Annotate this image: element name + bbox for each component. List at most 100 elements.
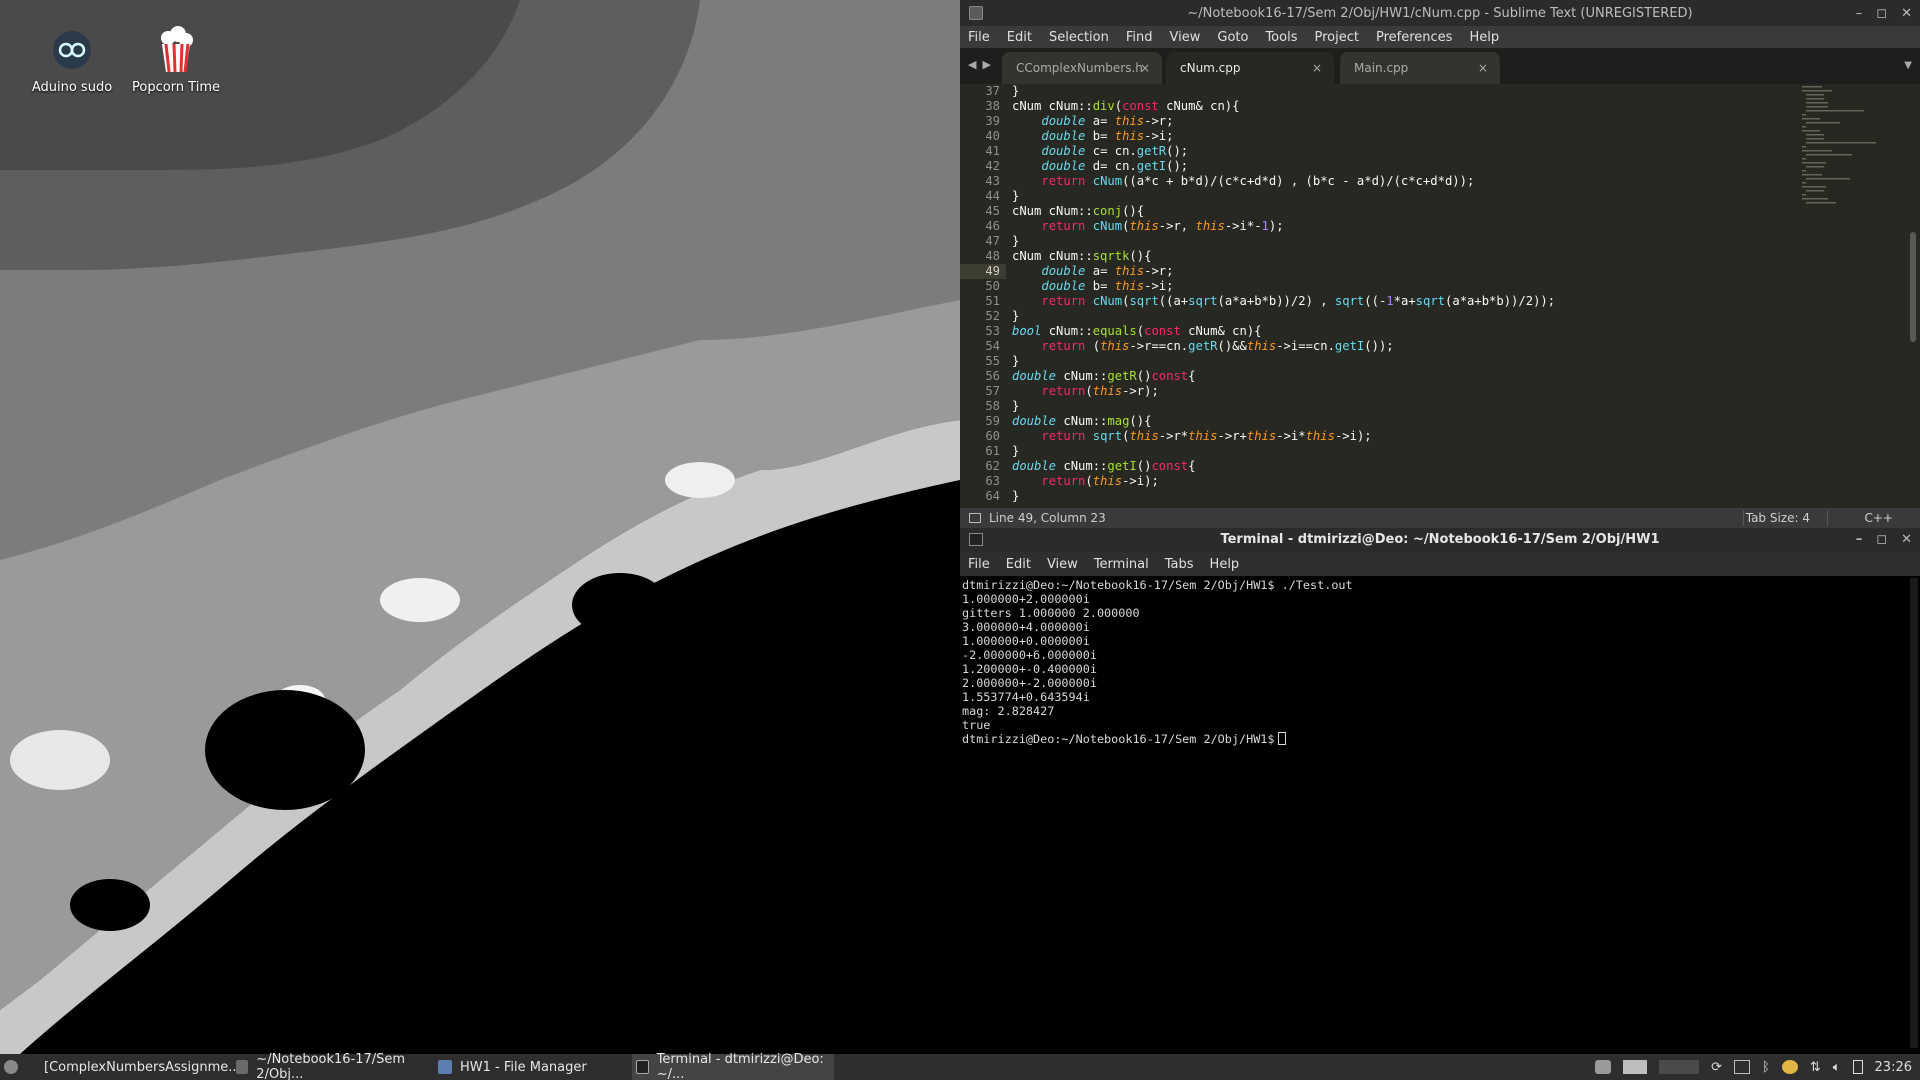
code-line[interactable]: return(this->r);	[1012, 384, 1920, 399]
maximize-icon[interactable]: ◻	[1876, 528, 1887, 552]
tab-close-icon[interactable]: ×	[1312, 61, 1322, 75]
menu-help[interactable]: Help	[1469, 30, 1499, 45]
menu-launcher-icon[interactable]	[4, 1054, 26, 1080]
close-icon[interactable]: ✕	[1901, 528, 1912, 552]
menu-tabs[interactable]: Tabs	[1165, 557, 1194, 572]
tab-size-selector[interactable]: Tab Size: 4	[1746, 511, 1810, 525]
task-terminal[interactable]: Terminal - dtmirizzi@Deo: ~/...	[632, 1052, 834, 1080]
code-line[interactable]: double cNum::getR()const{	[1012, 369, 1920, 384]
sync-icon[interactable]: ⟳	[1711, 1060, 1722, 1075]
minimize-icon[interactable]: –	[1856, 6, 1863, 21]
menu-help[interactable]: Help	[1210, 557, 1240, 572]
menu-tools[interactable]: Tools	[1265, 30, 1297, 45]
code-line[interactable]: return cNum((a*c + b*d)/(c*c+d*d) , (b*c…	[1012, 174, 1920, 189]
code-line[interactable]: bool cNum::equals(const cNum& cn){	[1012, 324, 1920, 339]
tab-ccomplexnumbers-h[interactable]: CComplexNumbers.h ×	[1002, 52, 1162, 84]
sublime-titlebar[interactable]: ~/Notebook16-17/Sem 2/Obj/HW1/cNum.cpp -…	[960, 0, 1920, 26]
code-line[interactable]: }	[1012, 489, 1920, 504]
code-line[interactable]: }	[1012, 234, 1920, 249]
workspace-1-icon[interactable]	[1623, 1060, 1648, 1074]
code-line[interactable]: double cNum::mag(){	[1012, 414, 1920, 429]
code-line[interactable]: return(this->i);	[1012, 474, 1920, 489]
code-text[interactable]: } cNum cNum::div(const cNum& cn){ double …	[1012, 84, 1920, 508]
line-number: 51	[985, 294, 1000, 308]
volume-icon[interactable]: 🔈︎	[1833, 1060, 1841, 1075]
code-line[interactable]: cNum cNum::div(const cNum& cn){	[1012, 99, 1920, 114]
code-line[interactable]: }	[1012, 84, 1920, 99]
line-number: 52	[985, 309, 1000, 323]
tab-nav-arrows-icon[interactable]: ◀▶	[968, 58, 997, 71]
menu-view[interactable]: View	[1170, 30, 1201, 45]
panel-toggle-icon[interactable]	[969, 513, 981, 523]
code-line[interactable]: }	[1012, 444, 1920, 459]
menu-edit[interactable]: Edit	[1006, 557, 1031, 572]
code-line[interactable]: }	[1012, 309, 1920, 324]
sublime-menubar: File Edit Selection Find View Goto Tools…	[960, 26, 1920, 48]
minimap[interactable]	[1800, 84, 1890, 508]
workspace-2-icon[interactable]	[1659, 1060, 1700, 1074]
code-line[interactable]: double b= this->i;	[1012, 279, 1920, 294]
menu-view[interactable]: View	[1047, 557, 1078, 572]
task-chrome[interactable]: [ComplexNumbersAssignme...	[36, 1054, 241, 1080]
code-editor[interactable]: 37 38 39 40 41 42 43 44 45 46 47 48 49 50 51 52 53 54 55 56…	[960, 84, 1920, 508]
network-icon[interactable]: ⇅	[1810, 1060, 1821, 1075]
code-line[interactable]: double d= cn.getI();	[1012, 159, 1920, 174]
task-file-manager[interactable]: HW1 - File Manager	[438, 1054, 628, 1080]
minimize-icon[interactable]: –	[1856, 528, 1863, 552]
code-line[interactable]: double c= cn.getR();	[1012, 144, 1920, 159]
grid-icon[interactable]	[1734, 1060, 1750, 1074]
task-sublime[interactable]: ~/Notebook16-17/Sem 2/Obj...	[236, 1052, 432, 1080]
tab-close-icon[interactable]: ×	[1140, 61, 1150, 75]
line-number: 63	[985, 474, 1000, 488]
terminal-titlebar[interactable]: Terminal - dtmirizzi@Deo: ~/Notebook16-1…	[960, 528, 1920, 552]
code-line[interactable]: return (this->r==cn.getR()&&this->i==cn.…	[1012, 339, 1920, 354]
code-line[interactable]: double a= this->r;	[1012, 114, 1920, 129]
battery-icon[interactable]	[1852, 1060, 1863, 1074]
chrome-tray-icon[interactable]	[1781, 1060, 1798, 1074]
terminal-output-line: gitters 1.000000 2.000000	[962, 606, 1140, 620]
menu-project[interactable]: Project	[1314, 30, 1358, 45]
code-line[interactable]: cNum cNum::sqrtk(){	[1012, 249, 1920, 264]
code-line[interactable]: double b= this->i;	[1012, 129, 1920, 144]
code-line[interactable]: double a= this->r;	[1012, 264, 1920, 279]
close-icon[interactable]: ✕	[1901, 6, 1912, 21]
line-number: 64	[985, 489, 1000, 503]
menu-goto[interactable]: Goto	[1217, 30, 1248, 45]
menu-file[interactable]: File	[968, 30, 990, 45]
code-line[interactable]: cNum cNum::conj(){	[1012, 204, 1920, 219]
menu-selection[interactable]: Selection	[1049, 30, 1109, 45]
terminal-output-line: 1.000000+0.000000i	[962, 634, 1090, 648]
menu-terminal[interactable]: Terminal	[1094, 557, 1149, 572]
code-line[interactable]: return cNum(sqrt((a+sqrt(a*a+b*b))/2) , …	[1012, 294, 1920, 309]
line-number: 46	[985, 219, 1000, 233]
terminal-output-line: 1.000000+2.000000i	[962, 592, 1090, 606]
tab-main-cpp[interactable]: Main.cpp ×	[1340, 52, 1500, 84]
whisker-menu-icon	[4, 1060, 18, 1074]
code-line[interactable]: return sqrt(this->r*this->r+this->i*this…	[1012, 429, 1920, 444]
maximize-icon[interactable]: ◻	[1876, 6, 1887, 21]
line-number: 56	[985, 369, 1000, 383]
tab-close-icon[interactable]: ×	[1478, 61, 1488, 75]
syntax-selector[interactable]: C++	[1865, 511, 1894, 525]
clock[interactable]: 23:26	[1875, 1060, 1912, 1075]
phone-icon[interactable]	[1595, 1060, 1612, 1074]
menu-file[interactable]: File	[968, 557, 990, 572]
menu-preferences[interactable]: Preferences	[1376, 30, 1452, 45]
code-line[interactable]: double cNum::getI()const{	[1012, 459, 1920, 474]
code-line[interactable]: }	[1012, 399, 1920, 414]
code-line[interactable]: return cNum(this->r, this->i*-1);	[1012, 219, 1920, 234]
line-number: 43	[985, 174, 1000, 188]
taskbar: [ComplexNumbersAssignme... ~/Notebook16-…	[0, 1052, 1920, 1080]
bluetooth-icon[interactable]: ᛒ	[1762, 1060, 1770, 1075]
terminal-scrollbar[interactable]	[1910, 578, 1918, 1048]
terminal-output[interactable]: dtmirizzi@Deo:~/Notebook16-17/Sem 2/Obj/…	[960, 576, 1910, 1054]
menu-edit[interactable]: Edit	[1007, 30, 1032, 45]
menu-find[interactable]: Find	[1126, 30, 1153, 45]
tab-overflow-icon[interactable]: ▼	[1904, 60, 1912, 71]
tab-cnum-cpp[interactable]: cNum.cpp ×	[1166, 52, 1334, 84]
code-line[interactable]: }	[1012, 189, 1920, 204]
editor-scrollbar[interactable]	[1910, 232, 1916, 342]
desktop-icon-arduino[interactable]: Aduino sudo	[17, 26, 127, 95]
code-line[interactable]: }	[1012, 354, 1920, 369]
desktop-icon-popcorn-time[interactable]: Popcorn Time	[121, 26, 231, 95]
